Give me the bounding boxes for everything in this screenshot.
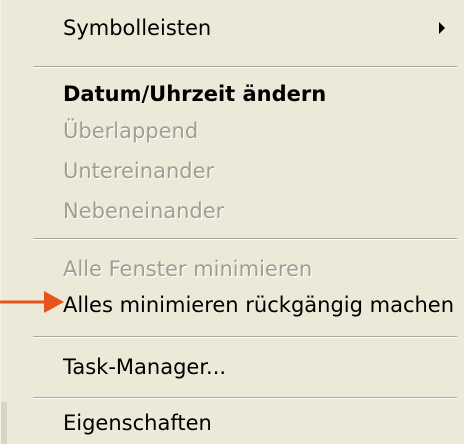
taskbar-context-menu: Symbolleisten Datum/Uhrzeit ändern Überl…: [0, 0, 464, 444]
menu-item-label: Untereinander: [63, 159, 215, 183]
menu-item-nebeneinander: Nebeneinander: [1, 193, 464, 229]
menu-item-label: Überlappend: [63, 119, 199, 143]
menu-item-label: Alles minimieren rückgängig machen: [63, 293, 455, 317]
menu-item-alles-minimieren-rueckgaengig[interactable]: Alles minimieren rückgängig machen: [1, 287, 464, 323]
menu-separator: [33, 336, 457, 338]
menu-separator: [33, 397, 457, 399]
menu-separator: [33, 238, 457, 240]
menu-item-label: Nebeneinander: [63, 199, 225, 223]
menu-item-label: Task-Manager...: [63, 355, 227, 379]
menu-item-datum-uhrzeit-aendern[interactable]: Datum/Uhrzeit ändern: [1, 76, 464, 112]
screenshot-stage: Symbolleisten Datum/Uhrzeit ändern Überl…: [0, 0, 464, 444]
menu-item-task-manager[interactable]: Task-Manager...: [1, 349, 464, 385]
menu-item-label: Eigenschaften: [63, 411, 212, 435]
menu-item-ueberlappend: Überlappend: [1, 113, 464, 149]
right-arrow-icon: [0, 291, 64, 313]
menu-item-eigenschaften[interactable]: Eigenschaften: [1, 405, 464, 441]
submenu-arrow-icon: [439, 22, 445, 34]
menu-item-label: Symbolleisten: [63, 16, 212, 40]
menu-item-alle-fenster-minimieren: Alle Fenster minimieren: [1, 251, 464, 287]
menu-item-label: Datum/Uhrzeit ändern: [63, 82, 327, 106]
menu-edge-shading: [1, 402, 7, 444]
menu-separator: [33, 66, 457, 68]
menu-item-symbolleisten[interactable]: Symbolleisten: [1, 10, 464, 46]
menu-item-label: Alle Fenster minimieren: [63, 257, 313, 281]
menu-item-untereinander: Untereinander: [1, 153, 464, 189]
